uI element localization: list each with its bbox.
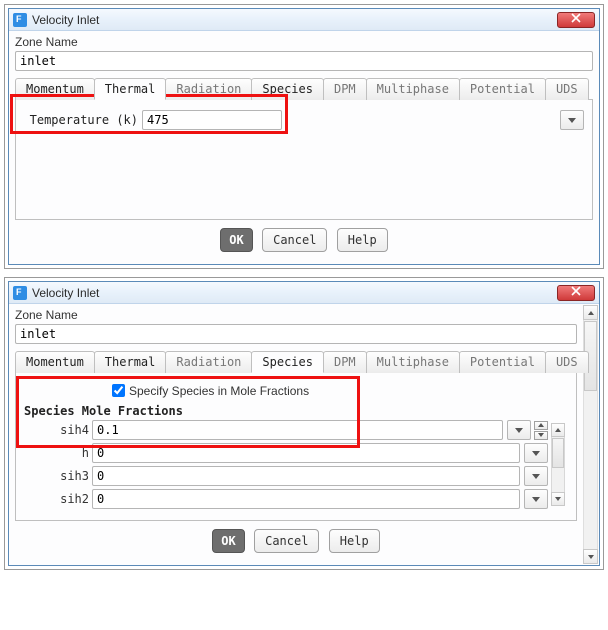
- zone-name-label: Zone Name: [15, 35, 593, 49]
- species-panel: Specify Species in Mole Fractions Specie…: [15, 373, 577, 521]
- tab-thermal[interactable]: Thermal: [94, 351, 167, 373]
- temperature-label: Temperature (k): [24, 113, 142, 127]
- species-value-input[interactable]: [92, 443, 520, 463]
- species-constant-dropdown[interactable]: [524, 443, 548, 463]
- cancel-button[interactable]: Cancel: [262, 228, 327, 252]
- app-icon: [13, 13, 27, 27]
- window-title: Velocity Inlet: [32, 286, 557, 300]
- chevron-down-icon: [532, 451, 540, 456]
- specify-mole-fractions-checkbox[interactable]: [112, 384, 125, 397]
- app-icon: [13, 286, 27, 300]
- species-row-sih2: sih2: [24, 489, 548, 509]
- tab-momentum[interactable]: Momentum: [15, 78, 95, 100]
- species-constant-dropdown[interactable]: [524, 489, 548, 509]
- tab-momentum[interactable]: Momentum: [15, 351, 95, 373]
- zone-name-label: Zone Name: [15, 308, 577, 322]
- close-button[interactable]: [557, 12, 595, 28]
- chevron-down-icon: [532, 497, 540, 502]
- chevron-down-icon: [532, 474, 540, 479]
- dialog-vertical-scrollbar[interactable]: [583, 305, 598, 564]
- tabbar: Momentum Thermal Radiation Species DPM M…: [15, 77, 593, 100]
- ok-button[interactable]: OK: [212, 529, 244, 553]
- step-up-icon: [538, 423, 544, 427]
- species-row-sih3: sih3: [24, 466, 548, 486]
- close-button[interactable]: [557, 285, 595, 301]
- species-constant-dropdown[interactable]: [524, 466, 548, 486]
- button-bar: OK Cancel Help: [15, 220, 593, 258]
- help-button[interactable]: Help: [329, 529, 380, 553]
- screenshot-species: Velocity Inlet Zone Name Momentum Therma…: [4, 277, 604, 570]
- species-constant-dropdown[interactable]: [507, 420, 531, 440]
- velocity-inlet-dialog-species: Velocity Inlet Zone Name Momentum Therma…: [8, 281, 600, 566]
- specify-mole-fractions-label: Specify Species in Mole Fractions: [129, 384, 309, 398]
- tab-radiation[interactable]: Radiation: [165, 78, 252, 100]
- thermal-panel: Temperature (k): [15, 100, 593, 220]
- species-list-scrollbar[interactable]: [551, 423, 565, 506]
- species-label: sih4: [24, 423, 92, 437]
- species-label: sih3: [24, 469, 92, 483]
- scroll-up-icon: [555, 428, 561, 432]
- chevron-down-icon: [515, 428, 523, 433]
- tab-potential[interactable]: Potential: [459, 351, 546, 373]
- tabbar: Momentum Thermal Radiation Species DPM M…: [15, 350, 577, 373]
- tab-uds[interactable]: UDS: [545, 351, 589, 373]
- scroll-down-icon: [588, 555, 594, 559]
- species-row-sih4: sih4: [24, 420, 548, 440]
- window-title: Velocity Inlet: [32, 13, 557, 27]
- species-value-input[interactable]: [92, 466, 520, 486]
- species-row-h: h: [24, 443, 548, 463]
- button-bar: OK Cancel Help: [15, 521, 577, 559]
- close-icon: [570, 286, 582, 296]
- species-value-input[interactable]: [92, 489, 520, 509]
- scroll-up-icon: [588, 311, 594, 315]
- chevron-down-icon: [568, 118, 576, 123]
- temperature-constant-dropdown[interactable]: [560, 110, 584, 130]
- tab-multiphase[interactable]: Multiphase: [366, 78, 460, 100]
- tab-uds[interactable]: UDS: [545, 78, 589, 100]
- titlebar: Velocity Inlet: [9, 282, 599, 304]
- cancel-button[interactable]: Cancel: [254, 529, 319, 553]
- scroll-down-icon: [555, 497, 561, 501]
- titlebar: Velocity Inlet: [9, 9, 599, 31]
- species-mole-fractions-title: Species Mole Fractions: [24, 404, 568, 418]
- tab-multiphase[interactable]: Multiphase: [366, 351, 460, 373]
- species-value-input[interactable]: [92, 420, 503, 440]
- zone-name-input[interactable]: [15, 51, 593, 71]
- tab-thermal[interactable]: Thermal: [94, 78, 167, 100]
- tab-dpm[interactable]: DPM: [323, 78, 367, 100]
- tab-species[interactable]: Species: [251, 351, 324, 373]
- tab-species[interactable]: Species: [251, 78, 324, 100]
- tab-potential[interactable]: Potential: [459, 78, 546, 100]
- tab-radiation[interactable]: Radiation: [165, 351, 252, 373]
- step-down-icon: [538, 433, 544, 437]
- close-icon: [570, 13, 582, 23]
- species-stepper[interactable]: [534, 421, 548, 440]
- tab-dpm[interactable]: DPM: [323, 351, 367, 373]
- ok-button[interactable]: OK: [220, 228, 252, 252]
- screenshot-thermal: Velocity Inlet Zone Name Momentum Therma…: [4, 4, 604, 269]
- scrollbar-thumb[interactable]: [552, 438, 564, 468]
- zone-name-input[interactable]: [15, 324, 577, 344]
- help-button[interactable]: Help: [337, 228, 388, 252]
- species-label: sih2: [24, 492, 92, 506]
- temperature-input[interactable]: [142, 110, 282, 130]
- species-label: h: [24, 446, 92, 460]
- velocity-inlet-dialog-thermal: Velocity Inlet Zone Name Momentum Therma…: [8, 8, 600, 265]
